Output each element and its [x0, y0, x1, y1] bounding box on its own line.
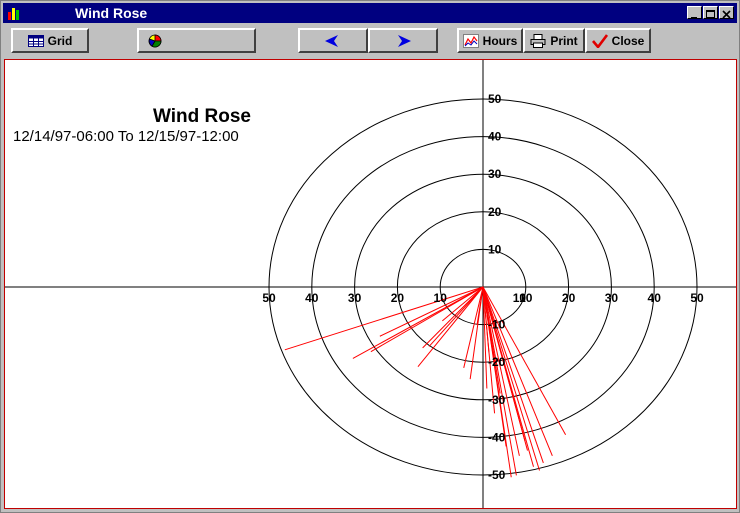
minimize-icon [691, 17, 697, 19]
x-tick-label: 30 [605, 291, 619, 305]
close-button[interactable]: Close [585, 28, 651, 53]
grid-button[interactable]: Grid [11, 28, 89, 53]
print-button-label: Print [550, 33, 578, 48]
minimize-button[interactable] [687, 6, 702, 19]
window-title: Wind Rose [75, 5, 148, 21]
arrow-left-icon [325, 34, 338, 47]
close-window-button[interactable] [719, 6, 734, 19]
hours-button[interactable]: Hours [457, 28, 523, 53]
pie-chart-icon [148, 34, 162, 47]
y-tick-label: -30 [488, 393, 506, 407]
y-tick-label: -50 [488, 468, 506, 482]
chart-options-button[interactable] [137, 28, 256, 53]
title-bar[interactable]: Wind Rose [3, 3, 737, 23]
x-tick-label: 40 [648, 291, 662, 305]
x-tick-label: 20 [391, 291, 405, 305]
chart-subtitle: 12/14/97-06:00 To 12/15/97-12:00 [13, 128, 239, 145]
wind-rose-window: Wind Rose Grid Hours Print Close 50 40 3… [0, 0, 740, 513]
close-button-label: Close [611, 33, 645, 48]
close-x-icon [722, 10, 731, 19]
x-tick-label: 50 [262, 291, 276, 305]
x-tick-label: 30 [348, 291, 362, 305]
y-tick-label: 40 [488, 130, 502, 144]
y-tick-label: 10 [488, 242, 502, 256]
wind-ray [370, 286, 484, 353]
maximize-icon [706, 10, 715, 18]
maximize-button[interactable] [703, 6, 718, 19]
x-tick-label: 20 [562, 291, 576, 305]
grid-button-label: Grid [47, 33, 73, 48]
previous-button[interactable] [298, 28, 368, 53]
chart-area: 50 40 30 20 10 10 10 20 30 40 50 50 40 30 20 10 -10 -20 -3… [4, 59, 737, 509]
x-tick-label: 50 [690, 291, 704, 305]
x-tick-label: 40 [305, 291, 319, 305]
hours-button-label: Hours [482, 33, 518, 48]
print-button[interactable]: Print [523, 28, 585, 53]
printer-icon [530, 33, 546, 48]
next-button[interactable] [368, 28, 438, 53]
y-tick-label: 20 [488, 205, 502, 219]
y-tick-label: -40 [488, 430, 506, 444]
chart-app-icon [8, 8, 19, 20]
line-chart-icon [462, 33, 479, 48]
y-tick-label: 30 [488, 167, 502, 181]
toolbar: Grid Hours Print Close [3, 25, 737, 57]
grid-table-icon [27, 34, 44, 47]
wind-ray [482, 286, 512, 478]
x-tick-label: 10 [434, 291, 448, 305]
arrow-right-icon [398, 34, 411, 47]
checkmark-icon [591, 33, 608, 48]
y-tick-label: 50 [488, 92, 502, 106]
y-tick-label: -10 [488, 318, 506, 332]
chart-title: Wind Rose [153, 106, 251, 127]
y-tick-label: -20 [488, 355, 506, 369]
x-tick-label: 10 [519, 291, 533, 305]
